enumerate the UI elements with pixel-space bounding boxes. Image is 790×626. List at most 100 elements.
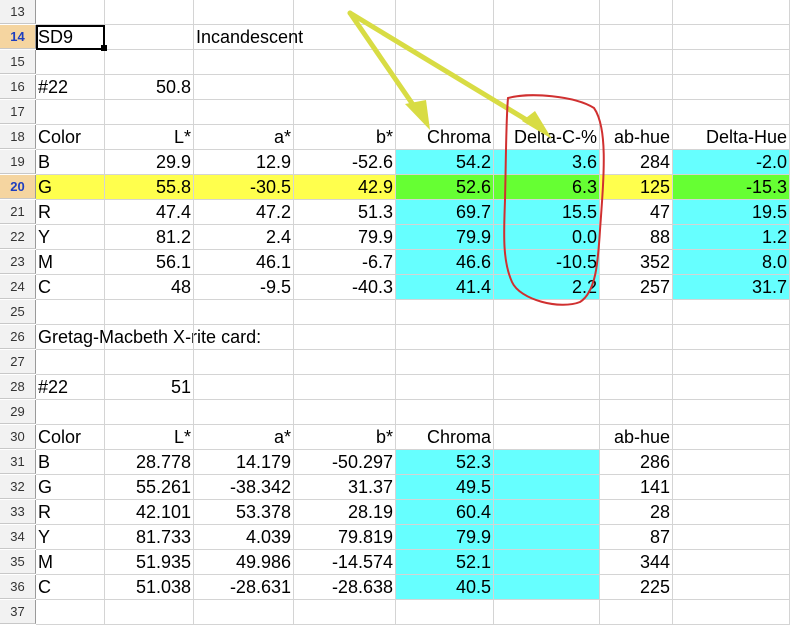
sheet-cell[interactable]: #22	[36, 375, 105, 400]
sheet-cell[interactable]	[673, 350, 790, 375]
sheet-cell[interactable]	[673, 500, 790, 525]
sheet-cell[interactable]: 286	[600, 450, 673, 475]
sheet-cell[interactable]	[494, 525, 600, 550]
sheet-cell[interactable]: 29.9	[105, 150, 194, 175]
sheet-cell[interactable]: -15.3	[673, 175, 790, 200]
sheet-cell[interactable]	[194, 300, 294, 325]
sheet-cell[interactable]: -52.6	[294, 150, 396, 175]
sheet-cell[interactable]	[105, 325, 194, 350]
sheet-cell[interactable]	[105, 50, 194, 75]
sheet-cell[interactable]: 2.2	[494, 275, 600, 300]
sheet-cell[interactable]	[600, 50, 673, 75]
sheet-cell[interactable]	[673, 550, 790, 575]
sheet-cell[interactable]: 53.378	[194, 500, 294, 525]
sheet-cell[interactable]: -38.342	[194, 475, 294, 500]
sheet-cell[interactable]: -28.638	[294, 575, 396, 600]
sheet-cell[interactable]: 0.0	[494, 225, 600, 250]
sheet-cell[interactable]: b*	[294, 125, 396, 150]
sheet-cell[interactable]	[36, 100, 105, 125]
sheet-cell[interactable]	[105, 600, 194, 625]
sheet-cell[interactable]	[673, 25, 790, 50]
sheet-cell[interactable]: 28	[600, 500, 673, 525]
sheet-cell[interactable]: 352	[600, 250, 673, 275]
row-header[interactable]: 37	[0, 600, 36, 624]
sheet-cell[interactable]: 52.3	[396, 450, 494, 475]
sheet-cell[interactable]	[194, 350, 294, 375]
sheet-cell[interactable]: 87	[600, 525, 673, 550]
row-header[interactable]: 14	[0, 25, 36, 49]
sheet-cell[interactable]: 54.2	[396, 150, 494, 175]
sheet-cell[interactable]: 88	[600, 225, 673, 250]
row-header[interactable]: 21	[0, 200, 36, 224]
sheet-cell[interactable]	[494, 475, 600, 500]
sheet-cell[interactable]: R	[36, 200, 105, 225]
sheet-cell[interactable]: -10.5	[494, 250, 600, 275]
sheet-cell[interactable]: B	[36, 150, 105, 175]
row-header[interactable]: 25	[0, 300, 36, 324]
sheet-cell[interactable]: 257	[600, 275, 673, 300]
row-header[interactable]: 18	[0, 125, 36, 149]
row-header[interactable]: 35	[0, 550, 36, 574]
sheet-cell[interactable]: 125	[600, 175, 673, 200]
sheet-cell[interactable]	[600, 100, 673, 125]
sheet-cell[interactable]: C	[36, 275, 105, 300]
row-header[interactable]: 23	[0, 250, 36, 274]
row-header[interactable]: 32	[0, 475, 36, 499]
sheet-cell[interactable]	[194, 100, 294, 125]
sheet-cell[interactable]	[194, 600, 294, 625]
sheet-cell[interactable]: 40.5	[396, 575, 494, 600]
row-header[interactable]: 33	[0, 500, 36, 524]
sheet-cell[interactable]: 41.4	[396, 275, 494, 300]
sheet-cell[interactable]	[396, 325, 494, 350]
sheet-cell[interactable]: 52.1	[396, 550, 494, 575]
sheet-cell[interactable]	[396, 25, 494, 50]
sheet-cell[interactable]: 49.5	[396, 475, 494, 500]
sheet-cell[interactable]: b*	[294, 425, 396, 450]
sheet-cell[interactable]: 79.9	[294, 225, 396, 250]
sheet-cell[interactable]	[294, 400, 396, 425]
sheet-cell[interactable]: 19.5	[673, 200, 790, 225]
row-header[interactable]: 27	[0, 350, 36, 374]
sheet-cell[interactable]	[294, 375, 396, 400]
sheet-cell[interactable]	[600, 375, 673, 400]
sheet-cell[interactable]: 79.9	[396, 525, 494, 550]
sheet-cell[interactable]	[673, 100, 790, 125]
sheet-cell[interactable]: 51	[105, 375, 194, 400]
sheet-cell[interactable]	[494, 300, 600, 325]
sheet-cell[interactable]	[194, 400, 294, 425]
sheet-cell[interactable]	[673, 325, 790, 350]
sheet-cell[interactable]: 81.2	[105, 225, 194, 250]
sheet-cell[interactable]	[673, 300, 790, 325]
sheet-cell[interactable]	[600, 325, 673, 350]
sheet-cell[interactable]	[600, 400, 673, 425]
sheet-cell[interactable]	[105, 400, 194, 425]
sheet-cell[interactable]	[396, 375, 494, 400]
sheet-cell[interactable]: 46.6	[396, 250, 494, 275]
sheet-cell[interactable]: 69.7	[396, 200, 494, 225]
sheet-cell[interactable]: L*	[105, 425, 194, 450]
sheet-cell[interactable]	[194, 50, 294, 75]
sheet-cell[interactable]: -40.3	[294, 275, 396, 300]
sheet-cell[interactable]: M	[36, 250, 105, 275]
sheet-cell[interactable]: 8.0	[673, 250, 790, 275]
sheet-cell[interactable]	[105, 25, 194, 50]
sheet-cell[interactable]: 2.4	[194, 225, 294, 250]
sheet-cell[interactable]: 51.038	[105, 575, 194, 600]
sheet-cell[interactable]	[294, 0, 396, 25]
sheet-cell[interactable]: 12.9	[194, 150, 294, 175]
row-header[interactable]: 22	[0, 225, 36, 249]
sheet-cell[interactable]: G	[36, 175, 105, 200]
sheet-cell[interactable]	[194, 325, 294, 350]
row-header[interactable]: 26	[0, 325, 36, 349]
sheet-cell[interactable]	[105, 350, 194, 375]
sheet-cell[interactable]: 28.778	[105, 450, 194, 475]
sheet-cell[interactable]: -2.0	[673, 150, 790, 175]
sheet-cell[interactable]: B	[36, 450, 105, 475]
sheet-cell[interactable]: 47.4	[105, 200, 194, 225]
sheet-cell[interactable]: 49.986	[194, 550, 294, 575]
sheet-cell[interactable]	[673, 450, 790, 475]
sheet-cell[interactable]: R	[36, 500, 105, 525]
sheet-cell[interactable]: 47.2	[194, 200, 294, 225]
sheet-cell[interactable]: 31.7	[673, 275, 790, 300]
sheet-cell[interactable]	[396, 350, 494, 375]
